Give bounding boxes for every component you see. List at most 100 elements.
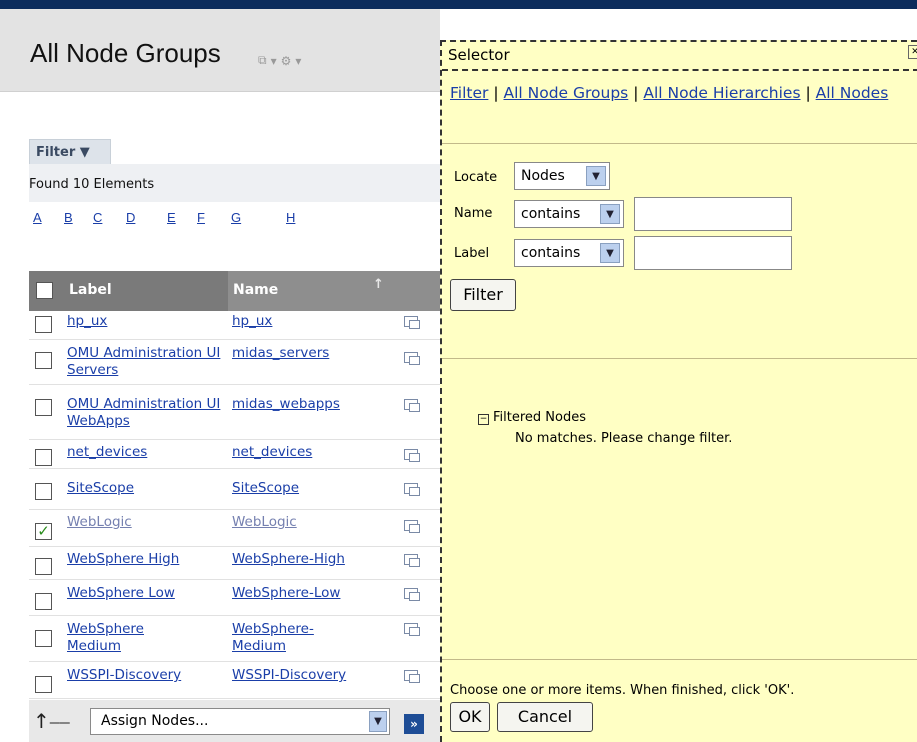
selector-nav: Filter | All Node Groups | All Node Hier… <box>450 82 910 104</box>
alpha-link-e[interactable]: E <box>167 210 197 225</box>
row-checkbox[interactable] <box>35 399 52 416</box>
alpha-link-h[interactable]: H <box>286 210 317 225</box>
row-name-link[interactable]: WebSphere-High <box>232 551 392 568</box>
open-window-icon[interactable] <box>404 554 420 567</box>
filter-tab[interactable]: Filter ▼ <box>29 139 111 164</box>
chevron-down-icon[interactable]: ▼ <box>369 711 387 732</box>
no-matches-message: No matches. Please change filter. <box>515 431 733 446</box>
label-operator-value: contains <box>521 245 581 261</box>
nav-nodes-link[interactable]: All Nodes <box>816 84 889 102</box>
tree-root-label: Filtered Nodes <box>493 410 586 425</box>
chevron-down-icon[interactable]: ▼ <box>586 166 606 186</box>
row-checkbox[interactable] <box>35 593 52 610</box>
selector-title: Selector <box>448 46 510 64</box>
label-input[interactable] <box>634 236 792 270</box>
open-window-icon[interactable] <box>404 623 420 636</box>
name-input[interactable] <box>634 197 792 231</box>
row-name-link[interactable]: net_devices <box>232 444 392 461</box>
row-name-link[interactable]: WebLogic <box>232 514 392 531</box>
row-label-link[interactable]: OMU Administration UI Servers <box>67 345 227 379</box>
nav-filter-link[interactable]: Filter <box>450 84 488 102</box>
alpha-link-f[interactable]: F <box>197 210 231 225</box>
row-name-link[interactable]: midas_webapps <box>232 396 392 413</box>
open-window-icon[interactable] <box>404 316 420 329</box>
collapse-icon[interactable]: − <box>478 414 489 425</box>
action-select[interactable]: Assign Nodes... ▼ <box>90 708 390 735</box>
open-window-icon[interactable] <box>404 588 420 601</box>
alpha-link-a[interactable]: A <box>33 210 64 225</box>
row-checkbox[interactable] <box>35 483 52 500</box>
close-icon[interactable]: ✕ <box>908 45 917 59</box>
title-actions: ⧉ ▾ ⚙ ▾ <box>258 53 301 68</box>
chevron-down-icon[interactable]: ▾ <box>271 54 277 68</box>
row-label-link[interactable]: WebLogic <box>67 514 227 531</box>
row-checkbox[interactable] <box>35 316 52 333</box>
row-label-link[interactable]: WebSphere Low <box>67 585 227 602</box>
row-label-link[interactable]: WebSphere Medium <box>67 621 187 655</box>
nav-separator: | <box>800 84 816 102</box>
row-label-link[interactable]: WebSphere High <box>67 551 227 568</box>
open-window-icon[interactable] <box>404 352 420 365</box>
nav-hierarchies-link[interactable]: All Node Hierarchies <box>643 84 800 102</box>
open-window-icon[interactable] <box>404 483 420 496</box>
gear-icon[interactable]: ⚙ <box>281 54 292 68</box>
alpha-link-b[interactable]: B <box>64 210 93 225</box>
alpha-link-d[interactable]: D <box>126 210 167 225</box>
row-name-link[interactable]: hp_ux <box>232 313 392 330</box>
bulk-action-bar: ↑⎯⎯ Assign Nodes... ▼ » <box>29 700 440 742</box>
chevron-down-icon[interactable]: ▼ <box>600 243 620 263</box>
alpha-link-g[interactable]: G <box>231 210 286 225</box>
open-window-icon[interactable] <box>404 449 420 462</box>
alpha-link-c[interactable]: C <box>93 210 126 225</box>
row-checkbox[interactable] <box>35 630 52 647</box>
open-window-icon[interactable] <box>404 520 420 533</box>
name-column-header[interactable]: Name <box>233 282 278 298</box>
window-icon[interactable]: ⧉ <box>258 53 267 68</box>
table-row: OMU Administration UI WebApps midas_weba… <box>29 385 440 440</box>
locate-select[interactable]: Nodes ▼ <box>514 162 610 190</box>
ok-button[interactable]: OK <box>450 702 490 732</box>
filter-tab-label: Filter <box>36 145 76 160</box>
row-checkbox[interactable] <box>35 352 52 369</box>
table-row: SiteScope SiteScope <box>29 469 440 510</box>
cancel-button[interactable]: Cancel <box>497 702 593 732</box>
corner-arrow-icon: ↑⎯⎯ <box>33 709 70 733</box>
row-name-link[interactable]: WSSPI-Discovery <box>232 667 392 684</box>
row-name-link[interactable]: WebSphere-Medium <box>232 621 347 655</box>
chevron-down-icon[interactable]: ▾ <box>295 54 301 68</box>
divider <box>442 143 917 144</box>
table-row: WebSphere High WebSphere-High <box>29 547 440 580</box>
table-row: WebSphere Low WebSphere-Low <box>29 580 440 616</box>
row-checkbox[interactable] <box>35 558 52 575</box>
name-operator-value: contains <box>521 206 581 222</box>
chevron-down-icon[interactable]: ▼ <box>600 204 620 224</box>
label-column-header[interactable]: Label <box>69 282 112 298</box>
label-column-header-bg <box>29 271 228 311</box>
result-count: Found 10 Elements <box>29 177 155 192</box>
table-row: OMU Administration UI Servers midas_serv… <box>29 340 440 385</box>
open-window-icon[interactable] <box>404 399 420 412</box>
label-operator-select[interactable]: contains ▼ <box>514 239 624 267</box>
nav-separator: | <box>628 84 644 102</box>
name-operator-select[interactable]: contains ▼ <box>514 200 624 228</box>
row-name-link[interactable]: midas_servers <box>232 345 392 362</box>
row-label-link[interactable]: SiteScope <box>67 480 227 497</box>
row-name-link[interactable]: SiteScope <box>232 480 392 497</box>
open-window-icon[interactable] <box>404 670 420 683</box>
locate-label: Locate <box>454 170 498 185</box>
select-all-checkbox[interactable] <box>36 282 53 299</box>
nav-node-groups-link[interactable]: All Node Groups <box>503 84 628 102</box>
row-checkbox[interactable] <box>35 676 52 693</box>
row-checkbox-checked[interactable]: ✓ <box>35 523 52 540</box>
filter-button[interactable]: Filter <box>450 279 516 311</box>
go-button[interactable]: » <box>404 714 424 734</box>
row-name-link[interactable]: WebSphere-Low <box>232 585 392 602</box>
row-label-link[interactable]: OMU Administration UI WebApps <box>67 396 227 430</box>
sort-ascending-icon[interactable]: ↑ <box>373 277 384 292</box>
table-row: net_devices net_devices <box>29 440 440 469</box>
row-label-link[interactable]: WSSPI-Discovery <box>67 667 227 684</box>
row-label-link[interactable]: net_devices <box>67 444 227 461</box>
row-label-link[interactable]: hp_ux <box>67 313 227 330</box>
row-checkbox[interactable] <box>35 449 52 466</box>
table-row: WSSPI-Discovery WSSPI-Discovery <box>29 662 440 699</box>
